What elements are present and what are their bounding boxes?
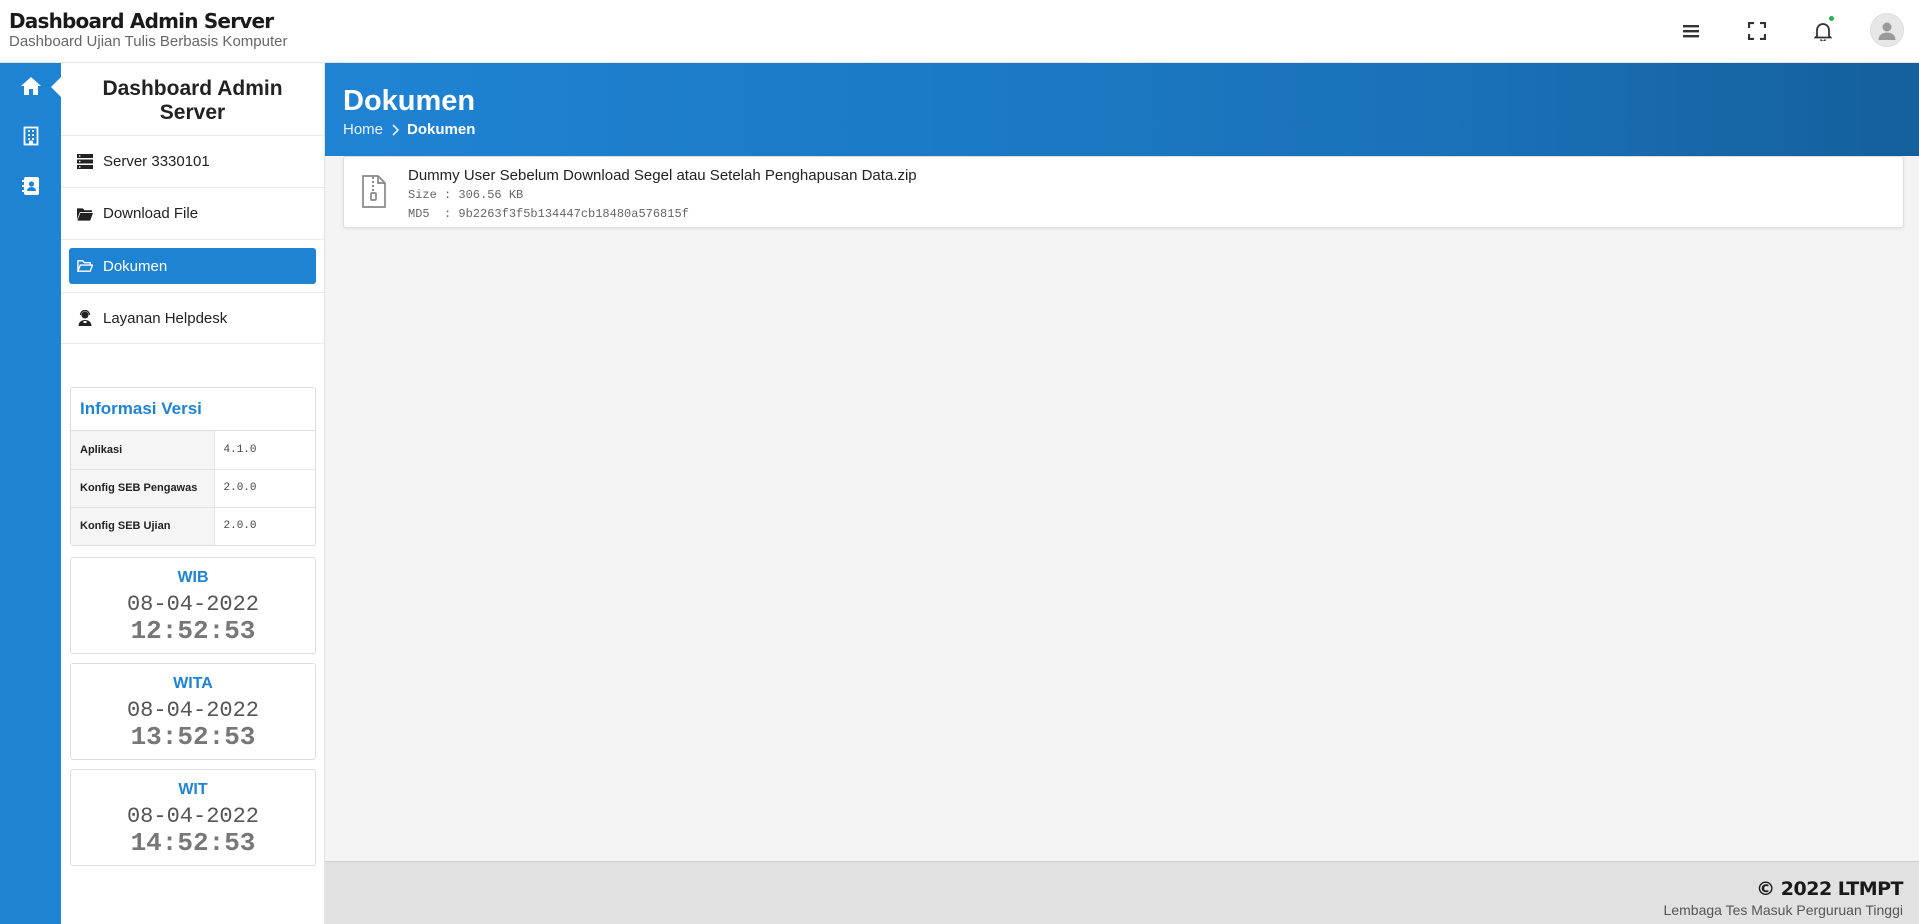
folder-icon bbox=[77, 206, 93, 222]
folder-open-icon bbox=[77, 258, 93, 274]
table-row: Aplikasi 4.1.0 bbox=[71, 431, 315, 469]
sidebar-item-label: Download File bbox=[103, 205, 199, 222]
sidebar-nav: Server 3330101 Download File Dokumen Lay… bbox=[61, 136, 324, 344]
footer: © 2022 LTMPT Lembaga Tes Masuk Perguruan… bbox=[325, 861, 1919, 924]
version-info-title: Informasi Versi bbox=[71, 388, 315, 431]
notification-dot bbox=[1828, 15, 1835, 22]
main-content: Dokumen Home Dokumen Dummy User Sebelum … bbox=[325, 63, 1919, 861]
fullscreen-icon[interactable] bbox=[1741, 15, 1773, 47]
table-row: Konfig SEB Pengawas 2.0.0 bbox=[71, 468, 315, 507]
server-icon bbox=[77, 154, 93, 170]
footer-copyright: © 2022 LTMPT bbox=[1756, 878, 1903, 900]
building-icon bbox=[23, 126, 39, 151]
version-value: 2.0.0 bbox=[214, 468, 315, 507]
version-table: Aplikasi 4.1.0 Konfig SEB Pengawas 2.0.0… bbox=[71, 431, 315, 545]
breadcrumb-home[interactable]: Home bbox=[343, 121, 383, 138]
zip-file-icon bbox=[362, 175, 386, 213]
clock-date: 08-04-2022 bbox=[126, 804, 260, 829]
clock-wita: WITA 08-04-2022 13:52:53 bbox=[70, 663, 316, 760]
file-name[interactable]: Dummy User Sebelum Download Segel atau S… bbox=[408, 167, 917, 184]
clock-time: 13:52:53 bbox=[130, 722, 256, 752]
version-key: Aplikasi bbox=[71, 431, 215, 469]
sidebar-item-label: Server 3330101 bbox=[103, 153, 210, 170]
sidebar-item-label: Layanan Helpdesk bbox=[103, 309, 228, 327]
clock-wit: WIT 08-04-2022 14:52:53 bbox=[70, 769, 316, 866]
page-title: Dokumen bbox=[343, 85, 476, 117]
file-md5: MD5 : 9b2263f3f5b134447cb18480a576815f bbox=[408, 207, 689, 221]
rail-contacts[interactable] bbox=[0, 163, 61, 213]
page-header: Dokumen Home Dokumen bbox=[325, 63, 1919, 156]
sidebar-item-download-file[interactable]: Download File bbox=[61, 188, 324, 240]
sidebar-item-helpdesk[interactable]: Layanan Helpdesk bbox=[61, 292, 324, 344]
clock-zone: WITA bbox=[173, 675, 213, 692]
home-icon bbox=[20, 76, 42, 101]
breadcrumb-current: Dokumen bbox=[407, 121, 476, 138]
user-headset-icon bbox=[77, 310, 93, 326]
sidebar: Dashboard Admin Server Server 3330101 Do… bbox=[61, 63, 325, 924]
app-subtitle: Dashboard Ujian Tulis Berbasis Komputer bbox=[9, 33, 288, 50]
icon-rail bbox=[0, 63, 61, 924]
brand: Dashboard Admin Server Dashboard Ujian T… bbox=[9, 10, 287, 50]
sidebar-item-label: Dokumen bbox=[103, 257, 168, 275]
clock-wib: WIB 08-04-2022 12:52:53 bbox=[70, 557, 316, 654]
clock-time: 12:52:53 bbox=[130, 616, 256, 646]
clock-zone: WIT bbox=[178, 781, 208, 798]
menu-toggle-button[interactable] bbox=[1366, 15, 1398, 47]
top-header: Dashboard Admin Server Dashboard Ujian T… bbox=[0, 0, 1919, 63]
rail-home[interactable] bbox=[0, 63, 61, 113]
version-key: Konfig SEB Pengawas bbox=[71, 468, 215, 507]
avatar[interactable] bbox=[1870, 13, 1904, 47]
notification-bell-icon[interactable] bbox=[1807, 15, 1839, 47]
table-row: Konfig SEB Ujian 2.0.0 bbox=[71, 506, 315, 545]
chevron-right-icon bbox=[391, 123, 400, 136]
file-item[interactable]: Dummy User Sebelum Download Segel atau S… bbox=[343, 156, 1904, 228]
breadcrumb: Home Dokumen bbox=[343, 121, 475, 138]
version-value: 4.1.0 bbox=[223, 443, 257, 456]
clock-zone: WIB bbox=[177, 569, 209, 586]
contact-book-icon bbox=[21, 176, 40, 201]
file-size: Size : 306.56 KB bbox=[408, 188, 524, 202]
menu-icon[interactable] bbox=[1675, 15, 1707, 47]
clock-time: 14:52:53 bbox=[130, 828, 256, 858]
sidebar-item-dokumen[interactable]: Dokumen bbox=[61, 240, 324, 292]
sidebar-title: Dashboard Admin Server bbox=[61, 63, 324, 136]
clock-date: 08-04-2022 bbox=[126, 592, 260, 617]
footer-org: Lembaga Tes Masuk Perguruan Tinggi bbox=[1663, 902, 1903, 918]
app-title: Dashboard Admin Server bbox=[9, 9, 274, 33]
version-value: 2.0.0 bbox=[214, 506, 315, 545]
version-info-card: Informasi Versi Aplikasi 4.1.0 Konfig SE… bbox=[70, 387, 316, 546]
rail-building[interactable] bbox=[0, 113, 61, 163]
version-key: Konfig SEB Ujian bbox=[71, 506, 215, 545]
sidebar-item-server[interactable]: Server 3330101 bbox=[61, 136, 324, 188]
clock-date: 08-04-2022 bbox=[126, 698, 260, 723]
